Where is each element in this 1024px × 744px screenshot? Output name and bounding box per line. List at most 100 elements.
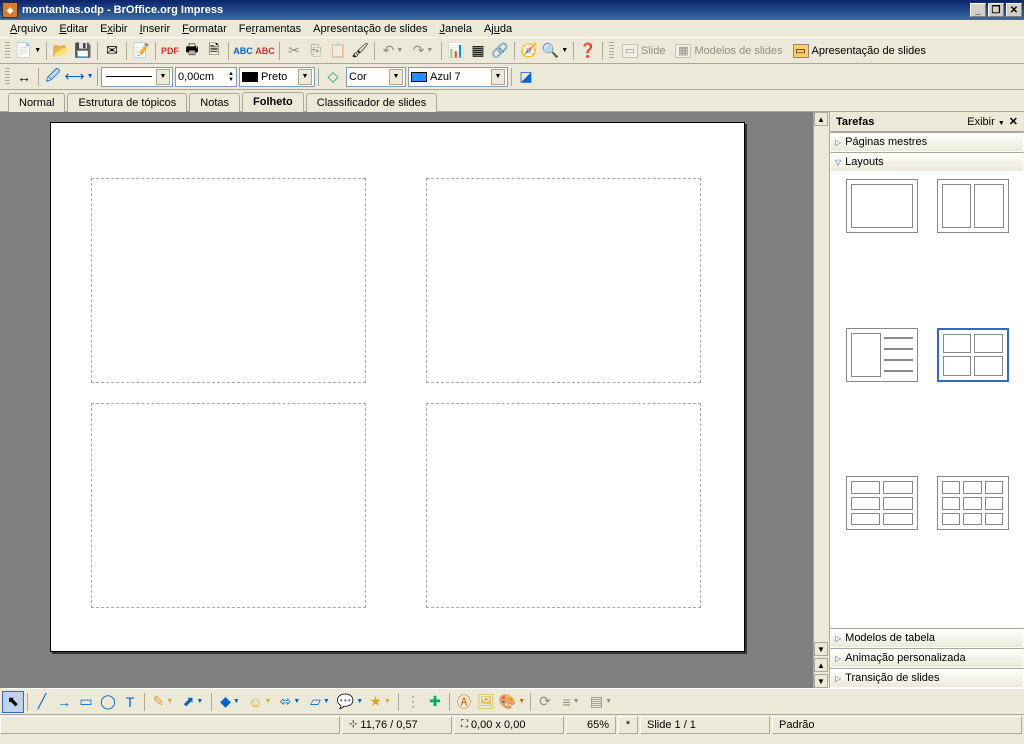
section-custom-anim[interactable]: ▷Animação personalizada [831, 649, 1023, 667]
handout-slot-4[interactable] [426, 403, 701, 608]
rect-tool[interactable]: ▭ [75, 691, 97, 713]
status-zoom[interactable]: 65% [566, 716, 616, 734]
handout-page[interactable] [50, 122, 745, 652]
fill-button[interactable]: ◇ [322, 66, 344, 88]
spell-button[interactable]: ABC [232, 40, 254, 62]
arrow-ends-button[interactable]: ⟷▼ [64, 66, 94, 88]
restore-button[interactable]: ❐ [988, 3, 1004, 17]
flowchart-tool[interactable]: ▱▼ [305, 691, 335, 713]
mail-button[interactable]: ✉ [101, 40, 123, 62]
help-button[interactable]: ❓ [577, 40, 599, 62]
from-file-tool[interactable]: 🖼 [475, 691, 497, 713]
paste-button[interactable]: 📋 [327, 40, 349, 62]
cut-button[interactable]: ✂ [283, 40, 305, 62]
menu-ajuda[interactable]: Ajuda [478, 22, 518, 36]
print-button[interactable]: 🖶 [181, 40, 203, 62]
arrow-style-button[interactable]: ↔ [13, 66, 35, 88]
prev-slide-icon[interactable]: ▲ [814, 658, 828, 672]
scroll-up-icon[interactable]: ▲ [814, 112, 828, 126]
chart-button[interactable]: 📊 [445, 40, 467, 62]
fontwork-tool[interactable]: Ⓐ [453, 691, 475, 713]
menu-formatar[interactable]: Formatar [176, 22, 233, 36]
points-tool[interactable]: ⋮ [402, 691, 424, 713]
layout-6-slides[interactable] [846, 476, 918, 530]
menu-exibir[interactable]: Exibir [94, 22, 134, 36]
layout-9-slides[interactable] [937, 476, 1009, 530]
glue-points-tool[interactable]: ✚ [424, 691, 446, 713]
save-button[interactable]: 💾 [72, 40, 94, 62]
menu-arquivo[interactable]: Arquivo [4, 22, 53, 36]
line-tool[interactable]: ╱ [31, 691, 53, 713]
line-color-combo[interactable]: Preto▼ [239, 67, 315, 87]
menu-janela[interactable]: Janela [434, 22, 478, 36]
close-button[interactable]: ✕ [1006, 3, 1022, 17]
preview-button[interactable]: 🗎 [203, 40, 225, 62]
canvas-area[interactable] [0, 112, 813, 688]
curve-tool[interactable]: ✎▼ [148, 691, 178, 713]
tab-handout[interactable]: Folheto [242, 92, 304, 112]
layout-2-slides[interactable] [937, 179, 1009, 233]
navigator-button[interactable]: 🧭 [518, 40, 540, 62]
tab-sorter[interactable]: Classificador de slides [306, 93, 437, 112]
hyperlink-button[interactable]: 🔗 [489, 40, 511, 62]
minimize-button[interactable]: _ [970, 3, 986, 17]
arrow-tool[interactable]: → [53, 691, 75, 713]
stars-tool[interactable]: ★▼ [365, 691, 395, 713]
layout-3-slides[interactable] [846, 328, 918, 382]
taskpane-close-icon[interactable]: ✕ [1009, 115, 1018, 128]
pdf-button[interactable]: PDF [159, 40, 181, 62]
line-width-combo[interactable]: 0,00cm▲▼ [175, 67, 237, 87]
zoom-button[interactable]: 🔍▼ [540, 40, 570, 62]
section-master-pages[interactable]: ▷Páginas mestres [831, 133, 1023, 151]
open-button[interactable]: 📂 [50, 40, 72, 62]
layout-1-slide[interactable] [846, 179, 918, 233]
slide-models-button[interactable]: ▦Modelos de slides [670, 40, 787, 62]
select-tool[interactable]: ⬉ [2, 691, 24, 713]
menu-editar[interactable]: Editar [53, 22, 94, 36]
redo-button[interactable]: ↷▼ [408, 40, 438, 62]
toolbar-grip-2[interactable] [609, 42, 614, 60]
copy-button[interactable]: ⎘ [305, 40, 327, 62]
undo-button[interactable]: ↶▼ [378, 40, 408, 62]
vertical-scrollbar[interactable]: ▲ ▼ ▲ ▼ [813, 112, 829, 688]
arrange-tool[interactable]: ▤▼ [586, 691, 616, 713]
toolbar-grip[interactable] [5, 42, 10, 60]
gallery-tool[interactable]: 🎨▼ [497, 691, 527, 713]
fill-color-combo[interactable]: Azul 7▼ [408, 67, 508, 87]
block-arrows-tool[interactable]: ⬄▼ [275, 691, 305, 713]
tab-normal[interactable]: Normal [8, 93, 65, 112]
new-button[interactable]: 📄▼ [13, 40, 43, 62]
autospell-button[interactable]: ABC [254, 40, 276, 62]
table-button[interactable]: ▦ [467, 40, 489, 62]
paint-format-button[interactable]: 🖌 [349, 40, 371, 62]
toolbar-grip-3[interactable] [5, 68, 10, 86]
align-tool[interactable]: ≡▼ [556, 691, 586, 713]
handout-slot-1[interactable] [91, 178, 366, 383]
section-table-models[interactable]: ▷Modelos de tabela [831, 629, 1023, 647]
section-transition[interactable]: ▷Transição de slides [831, 669, 1023, 687]
line-style-button[interactable]: 🖉 [42, 66, 64, 88]
presentation-button[interactable]: ▭Apresentação de slides [788, 40, 931, 62]
handout-slot-2[interactable] [426, 178, 701, 383]
scroll-down-icon[interactable]: ▼ [814, 642, 828, 656]
rotate-tool[interactable]: ⟳ [534, 691, 556, 713]
callouts-tool[interactable]: 💬▼ [335, 691, 365, 713]
tab-outline[interactable]: Estrutura de tópicos [67, 93, 187, 112]
section-layouts[interactable]: ▽Layouts [831, 153, 1023, 171]
menu-apresentacao[interactable]: Apresentação de slides [307, 22, 433, 36]
shadow-button[interactable]: ◪ [515, 66, 537, 88]
ellipse-tool[interactable]: ◯ [97, 691, 119, 713]
basic-shapes-tool[interactable]: ◆▼ [215, 691, 245, 713]
line-style-combo[interactable]: ▼ [101, 67, 173, 87]
insert-slide-button[interactable]: ▭Slide [617, 40, 670, 62]
taskpane-view-link[interactable]: Exibir ▼ [967, 116, 1005, 128]
next-slide-icon[interactable]: ▼ [814, 674, 828, 688]
symbol-shapes-tool[interactable]: ☺▼ [245, 691, 275, 713]
menu-inserir[interactable]: Inserir [134, 22, 177, 36]
fill-type-combo[interactable]: Cor▼ [346, 67, 406, 87]
edit-doc-button[interactable]: 📝 [130, 40, 152, 62]
layout-4-slides[interactable] [937, 328, 1009, 382]
handout-slot-3[interactable] [91, 403, 366, 608]
menu-ferramentas[interactable]: Ferramentas [233, 22, 307, 36]
text-tool[interactable]: T [119, 691, 141, 713]
